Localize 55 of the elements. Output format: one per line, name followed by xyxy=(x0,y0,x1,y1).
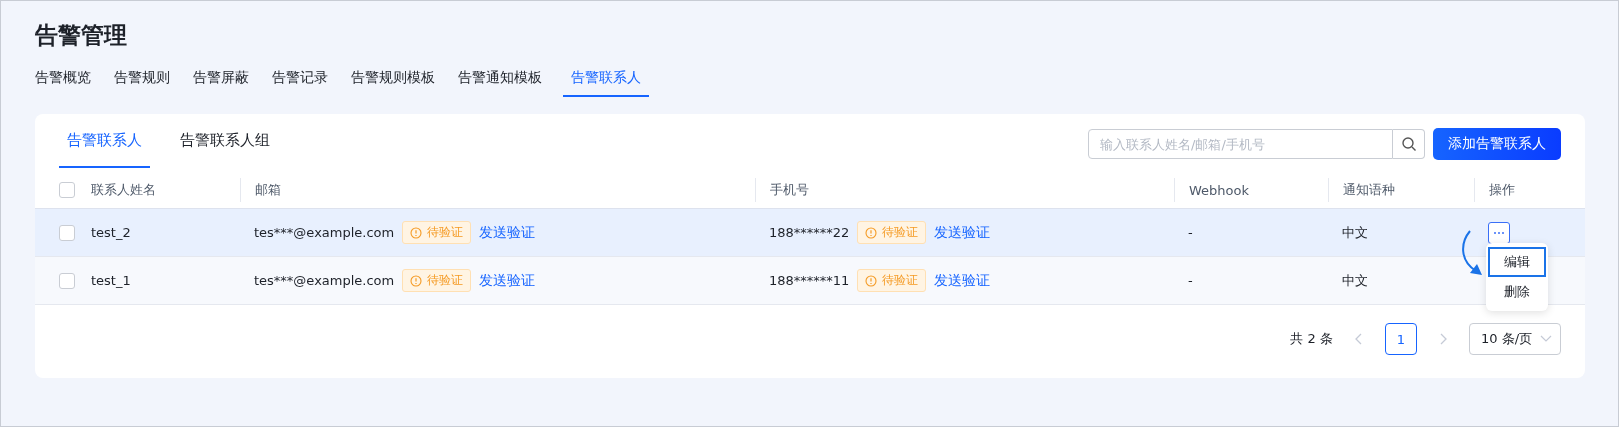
warning-icon xyxy=(865,274,878,287)
nav-tab[interactable]: 告警概览 xyxy=(33,61,91,97)
nav-tab[interactable]: 告警规则模板 xyxy=(349,61,435,97)
table-cell: 中文 xyxy=(1342,271,1368,290)
sub-tab[interactable]: 告警联系人 xyxy=(59,115,150,168)
table-cell: test_1 xyxy=(91,273,131,288)
search-icon xyxy=(1400,136,1417,152)
nav-tab[interactable]: 告警记录 xyxy=(270,61,328,97)
checkbox[interactable] xyxy=(59,224,75,241)
page-size-select[interactable]: 10 条/页 xyxy=(1469,323,1561,355)
add-contact-button[interactable]: 添加告警联系人 xyxy=(1433,128,1561,160)
menu-item[interactable]: 删除 xyxy=(1488,277,1546,307)
page-button[interactable]: 1 xyxy=(1385,323,1417,355)
total-count: 共 2 条 xyxy=(1290,330,1333,348)
table-cell: 188******22 xyxy=(769,225,850,240)
send-verification-link[interactable]: 发送验证 xyxy=(934,271,991,290)
column-header: 操作 xyxy=(1489,181,1515,199)
sub-tab[interactable]: 告警联系人组 xyxy=(172,115,278,168)
table-cell: 188******11 xyxy=(769,273,850,288)
checkbox[interactable] xyxy=(59,272,75,289)
column-header: 通知语种 xyxy=(1343,181,1395,199)
nav-tab[interactable]: 告警通知模板 xyxy=(456,61,542,97)
warning-icon xyxy=(410,226,423,239)
status-tag: 待验证 xyxy=(857,269,927,292)
send-verification-link[interactable]: 发送验证 xyxy=(479,223,536,242)
nav-tab[interactable]: 告警屏蔽 xyxy=(191,61,249,97)
table-cell: - xyxy=(1188,225,1193,240)
table-cell: tes***@example.com xyxy=(254,273,395,288)
checkbox[interactable] xyxy=(59,182,75,198)
more-icon xyxy=(1493,230,1505,235)
column-header: 手机号 xyxy=(770,181,809,199)
warning-icon xyxy=(865,226,878,239)
page-title: 告警管理 xyxy=(35,21,128,50)
column-header: 邮箱 xyxy=(255,181,281,199)
status-tag: 待验证 xyxy=(857,221,927,244)
table-cell: - xyxy=(1188,273,1193,288)
status-tag: 待验证 xyxy=(402,269,472,292)
chevron-down-icon xyxy=(1540,335,1552,343)
column-header: 联系人姓名 xyxy=(91,181,156,199)
table-cell: tes***@example.com xyxy=(254,225,395,240)
nav-tab[interactable]: 告警联系人 xyxy=(563,61,649,97)
more-button[interactable] xyxy=(1488,221,1510,244)
search-button[interactable] xyxy=(1393,129,1425,159)
table-cell: 中文 xyxy=(1342,223,1368,242)
next-icon[interactable] xyxy=(1439,333,1447,345)
status-tag: 待验证 xyxy=(402,221,472,244)
column-header: Webhook xyxy=(1189,182,1250,198)
menu-item[interactable]: 编辑 xyxy=(1488,247,1546,277)
search-field[interactable]: 输入联系人姓名/邮箱/手机号 xyxy=(1088,129,1393,159)
nav-tab[interactable]: 告警规则 xyxy=(112,61,170,97)
warning-icon xyxy=(410,274,423,287)
send-verification-link[interactable]: 发送验证 xyxy=(934,223,991,242)
previous-icon[interactable] xyxy=(1355,333,1363,345)
table-cell: test_2 xyxy=(91,225,131,240)
send-verification-link[interactable]: 发送验证 xyxy=(479,271,536,290)
